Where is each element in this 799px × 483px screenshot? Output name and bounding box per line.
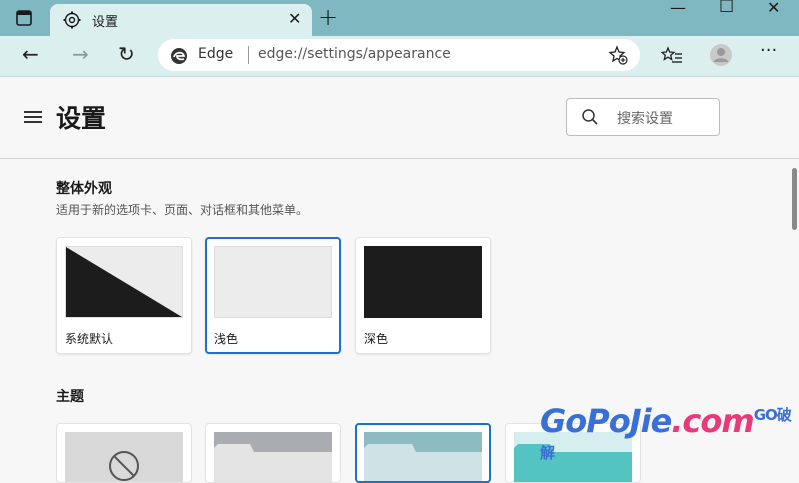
settings-header: 设置 搜索设置 [0, 77, 799, 159]
close-tab-icon[interactable]: ✕ [288, 9, 301, 28]
page-title: 设置 [56, 104, 107, 133]
option-label: 系统默认 [65, 332, 114, 346]
search-placeholder: 搜索设置 [617, 111, 673, 127]
tab-title: 设置 [92, 15, 119, 30]
url-text[interactable]: edge://settings/appearance [258, 46, 451, 62]
refresh-button[interactable]: ↻ [118, 42, 135, 66]
watermark-text-b: .com [671, 402, 754, 440]
appearance-option-dark[interactable]: 深色 [355, 237, 491, 354]
toolbar: ← → ↻ Edge edge://settings/appearance ··… [0, 36, 799, 77]
teal-light-theme-preview [364, 432, 482, 481]
appearance-description: 适用于新的选项卡、页面、对话框和其他菜单。 [56, 203, 309, 217]
edge-logo-icon [171, 48, 187, 64]
theme-option-none[interactable] [56, 423, 192, 483]
system-default-preview [65, 246, 183, 318]
watermark-text-a: GoPoJie [540, 402, 672, 440]
profile-avatar-icon[interactable] [709, 43, 733, 67]
title-bar: 设置 ✕ + — ☐ ✕ [0, 0, 799, 36]
gear-icon [63, 11, 81, 29]
close-window-button[interactable]: ✕ [767, 0, 780, 17]
gray-theme-preview [214, 432, 332, 482]
light-preview [214, 246, 332, 318]
appearance-option-system[interactable]: 系统默认 [56, 237, 192, 354]
no-theme-preview [65, 432, 183, 482]
scrollbar-thumb[interactable] [792, 168, 797, 230]
address-separator [248, 46, 249, 64]
forward-button[interactable]: → [72, 42, 89, 66]
favorites-icon[interactable] [661, 46, 683, 66]
appearance-option-light[interactable]: 浅色 [205, 237, 341, 354]
tab-settings[interactable]: 设置 ✕ [50, 4, 312, 36]
option-label: 深色 [364, 332, 389, 346]
back-button[interactable]: ← [22, 42, 39, 66]
watermark-logo: GoPoJie.comGO破解 [540, 402, 799, 478]
search-input[interactable]: 搜索设置 [566, 98, 720, 136]
themes-section-title: 主题 [56, 389, 84, 405]
tab-actions-icon[interactable] [14, 8, 34, 28]
theme-option-teal-light[interactable] [355, 423, 491, 483]
site-label: Edge [198, 46, 234, 62]
dark-preview [364, 246, 482, 318]
search-icon [582, 109, 598, 125]
appearance-section-title: 整体外观 [56, 181, 112, 197]
address-bar[interactable]: Edge edge://settings/appearance [158, 39, 640, 71]
maximize-button[interactable]: ☐ [719, 0, 734, 17]
option-label: 浅色 [214, 332, 239, 346]
theme-option-gray[interactable] [205, 423, 341, 483]
new-tab-button[interactable]: + [318, 3, 338, 31]
minimize-button[interactable]: — [670, 0, 686, 17]
add-favorite-icon[interactable] [608, 45, 628, 65]
more-menu-button[interactable]: ··· [760, 40, 777, 61]
menu-icon[interactable] [24, 110, 42, 124]
